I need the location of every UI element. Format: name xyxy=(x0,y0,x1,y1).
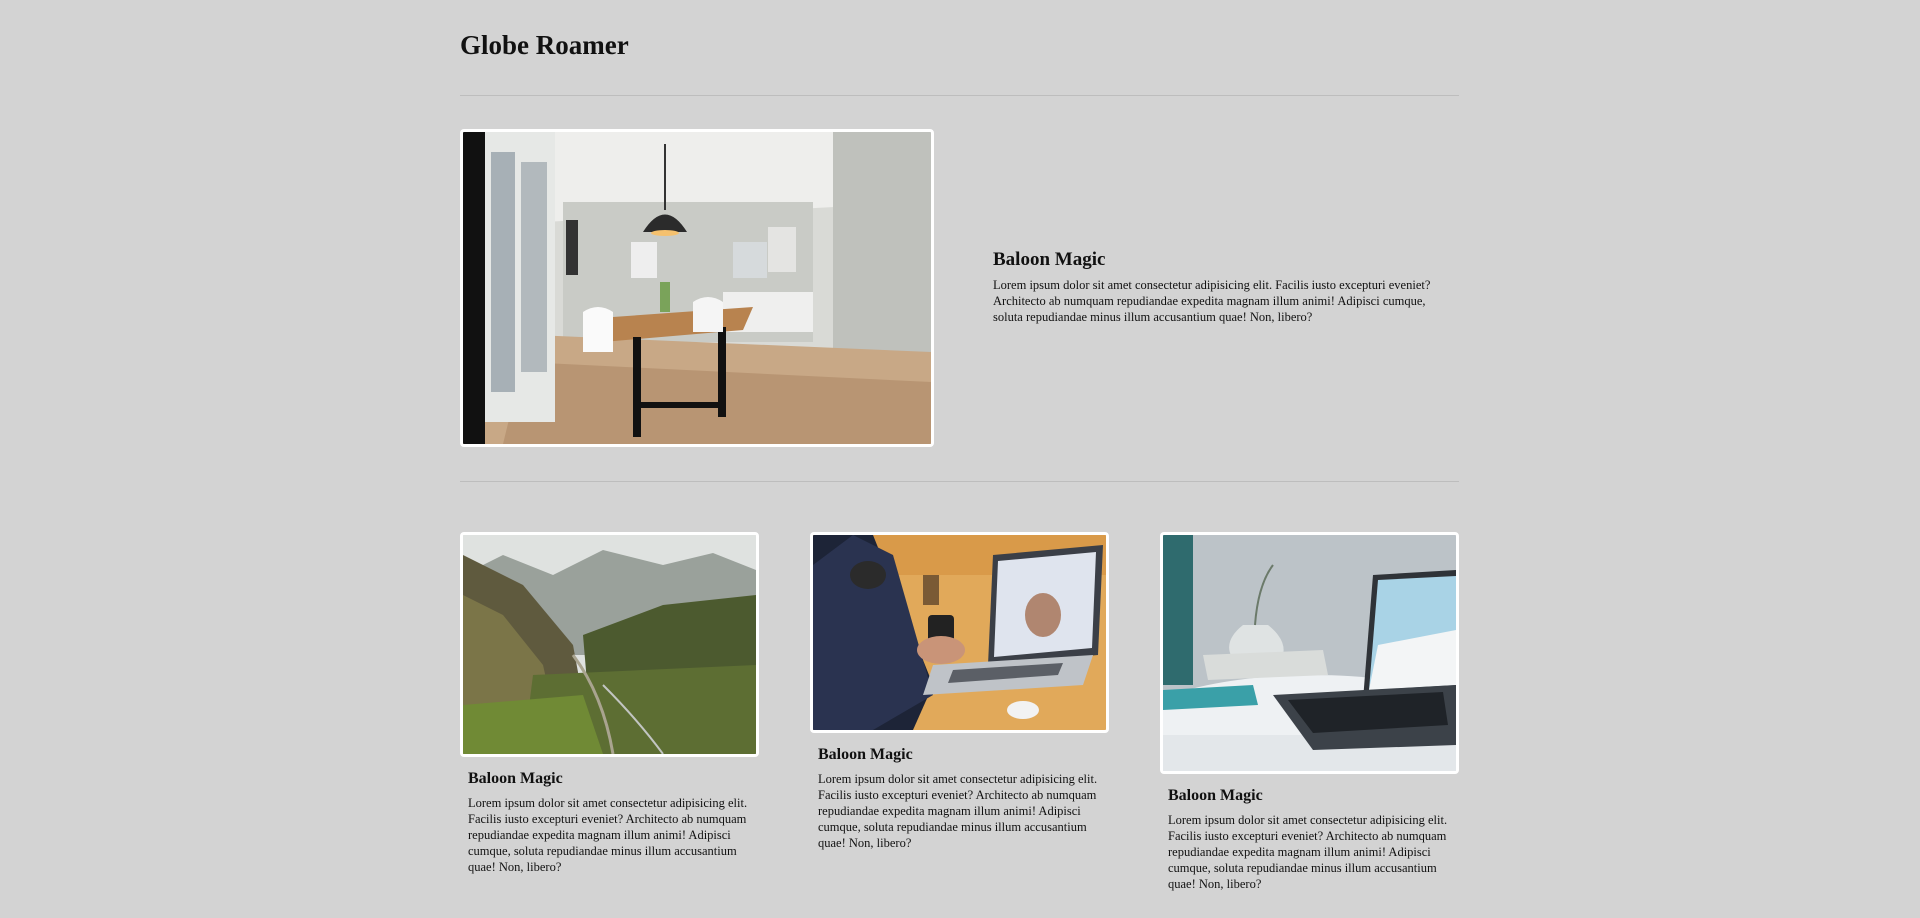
featured-title[interactable]: Baloon Magic xyxy=(993,247,1453,273)
article-card: Baloon Magic Lorem ipsum dolor sit amet … xyxy=(810,532,1109,851)
dining-room-photo-icon xyxy=(463,132,931,444)
card-title[interactable]: Baloon Magic xyxy=(468,769,751,789)
header-divider xyxy=(460,95,1459,96)
card-body: Lorem ipsum dolor sit amet consectetur a… xyxy=(1168,813,1448,891)
laptop-vase-photo-icon xyxy=(1163,535,1456,771)
featured-article: Baloon Magic Lorem ipsum dolor sit amet … xyxy=(993,247,1453,325)
card-image[interactable] xyxy=(460,532,759,757)
card-title[interactable]: Baloon Magic xyxy=(818,745,1101,765)
laptop-desk-photo-icon xyxy=(813,535,1106,730)
card-body: Lorem ipsum dolor sit amet consectetur a… xyxy=(468,796,748,874)
article-card: Baloon Magic Lorem ipsum dolor sit amet … xyxy=(460,532,759,875)
site-title: Globe Roamer xyxy=(460,30,629,60)
featured-body: Lorem ipsum dolor sit amet consectetur a… xyxy=(993,278,1431,324)
card-title[interactable]: Baloon Magic xyxy=(1168,786,1451,806)
card-body: Lorem ipsum dolor sit amet consectetur a… xyxy=(818,772,1098,850)
featured-image[interactable] xyxy=(460,129,934,447)
mountain-valley-photo-icon xyxy=(463,535,756,754)
card-image[interactable] xyxy=(810,532,1109,733)
card-image[interactable] xyxy=(1160,532,1459,774)
article-card: Baloon Magic Lorem ipsum dolor sit amet … xyxy=(1160,532,1459,892)
section-divider xyxy=(460,481,1459,482)
